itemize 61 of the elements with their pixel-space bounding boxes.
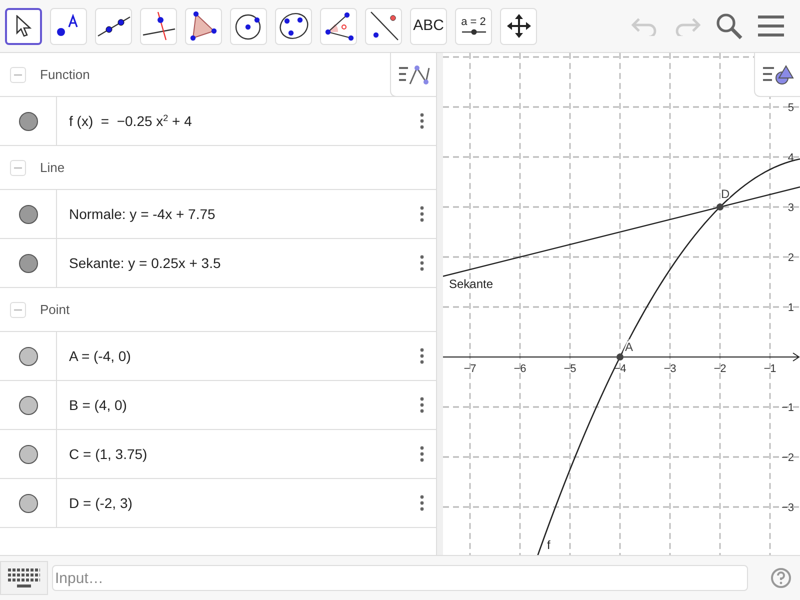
y-tick-label: 1: [788, 302, 794, 314]
tool-button[interactable]: [5, 8, 42, 44]
angle-icon: [322, 11, 354, 41]
x-tick-label: −7: [464, 363, 476, 375]
algebra-graph-icon: [398, 64, 430, 86]
algebra-entry[interactable]: Sekante: y = 0.25x + 3.5: [69, 252, 221, 274]
help-icon[interactable]: [770, 567, 792, 589]
category-title: Line: [40, 158, 65, 177]
tool-button[interactable]: a = 2: [455, 8, 492, 44]
point-marker: [616, 354, 624, 360]
y-tick-label: 5: [788, 102, 794, 114]
triangle-icon: [188, 11, 218, 41]
slider-tool-label: a = 2: [461, 16, 486, 28]
algebra-entry[interactable]: C = (1, 3.75): [69, 444, 148, 464]
category-title: Function: [40, 66, 90, 84]
x-tick-label: −6: [514, 363, 526, 375]
x-tick-label: −4: [614, 363, 626, 375]
more-options-icon[interactable]: [420, 113, 424, 129]
curve-label: f: [547, 538, 550, 552]
x-tick-label: −3: [664, 363, 676, 375]
y-tick-label: 2: [788, 252, 794, 264]
menu-icon[interactable]: [757, 14, 785, 38]
x-tick-label: −2: [714, 363, 726, 375]
point-marker: [716, 204, 724, 210]
style-bar-button[interactable]: [754, 53, 800, 97]
algebra-entry[interactable]: f (x) = −0.25 x$^{2}$ + 4: [69, 110, 192, 132]
algebra-entry[interactable]: A = (-4, 0): [69, 346, 131, 366]
line-icon: [96, 14, 130, 38]
tool-button[interactable]: ABC: [410, 8, 447, 44]
point-label: D: [721, 187, 730, 201]
y-tick-label: −3: [781, 502, 794, 514]
keyboard-button[interactable]: [0, 561, 48, 595]
more-options-icon[interactable]: [420, 255, 424, 271]
algebra-entry[interactable]: Normale: y = -4x + 7.75: [69, 204, 216, 224]
more-options-icon[interactable]: [420, 348, 424, 364]
keyboard-icon: [7, 566, 41, 590]
x-tick-label: −5: [564, 363, 576, 375]
ellipse-icon: [278, 11, 310, 41]
algebra-entry[interactable]: B = (4, 0): [69, 394, 127, 416]
point-reflection-icon: [368, 11, 400, 41]
category-title: Point: [40, 300, 70, 319]
y-tick-label: 3: [788, 202, 794, 214]
x-tick-label: −1: [764, 363, 776, 375]
text-tool-label: ABC: [413, 16, 444, 36]
y-tick-label: −2: [781, 452, 794, 464]
y-tick-label: 4: [788, 152, 794, 164]
pointer-icon: [14, 15, 32, 37]
more-options-icon[interactable]: [420, 495, 424, 511]
y-tick-label: −1: [781, 402, 794, 414]
more-options-icon[interactable]: [420, 206, 424, 222]
move-arrows-icon: [506, 14, 530, 38]
more-options-icon[interactable]: [420, 397, 424, 413]
slider-icon: [460, 28, 486, 36]
line-label: Sekante: [449, 277, 494, 291]
algebra-entry[interactable]: D = (-2, 3): [69, 492, 132, 514]
input-field[interactable]: Input…: [52, 565, 748, 591]
point-label: A: [625, 340, 634, 354]
perpendicular-line-icon: [142, 11, 176, 41]
shapes-icon: [762, 64, 794, 86]
more-options-icon[interactable]: [420, 446, 424, 462]
search-icon[interactable]: [715, 12, 743, 40]
